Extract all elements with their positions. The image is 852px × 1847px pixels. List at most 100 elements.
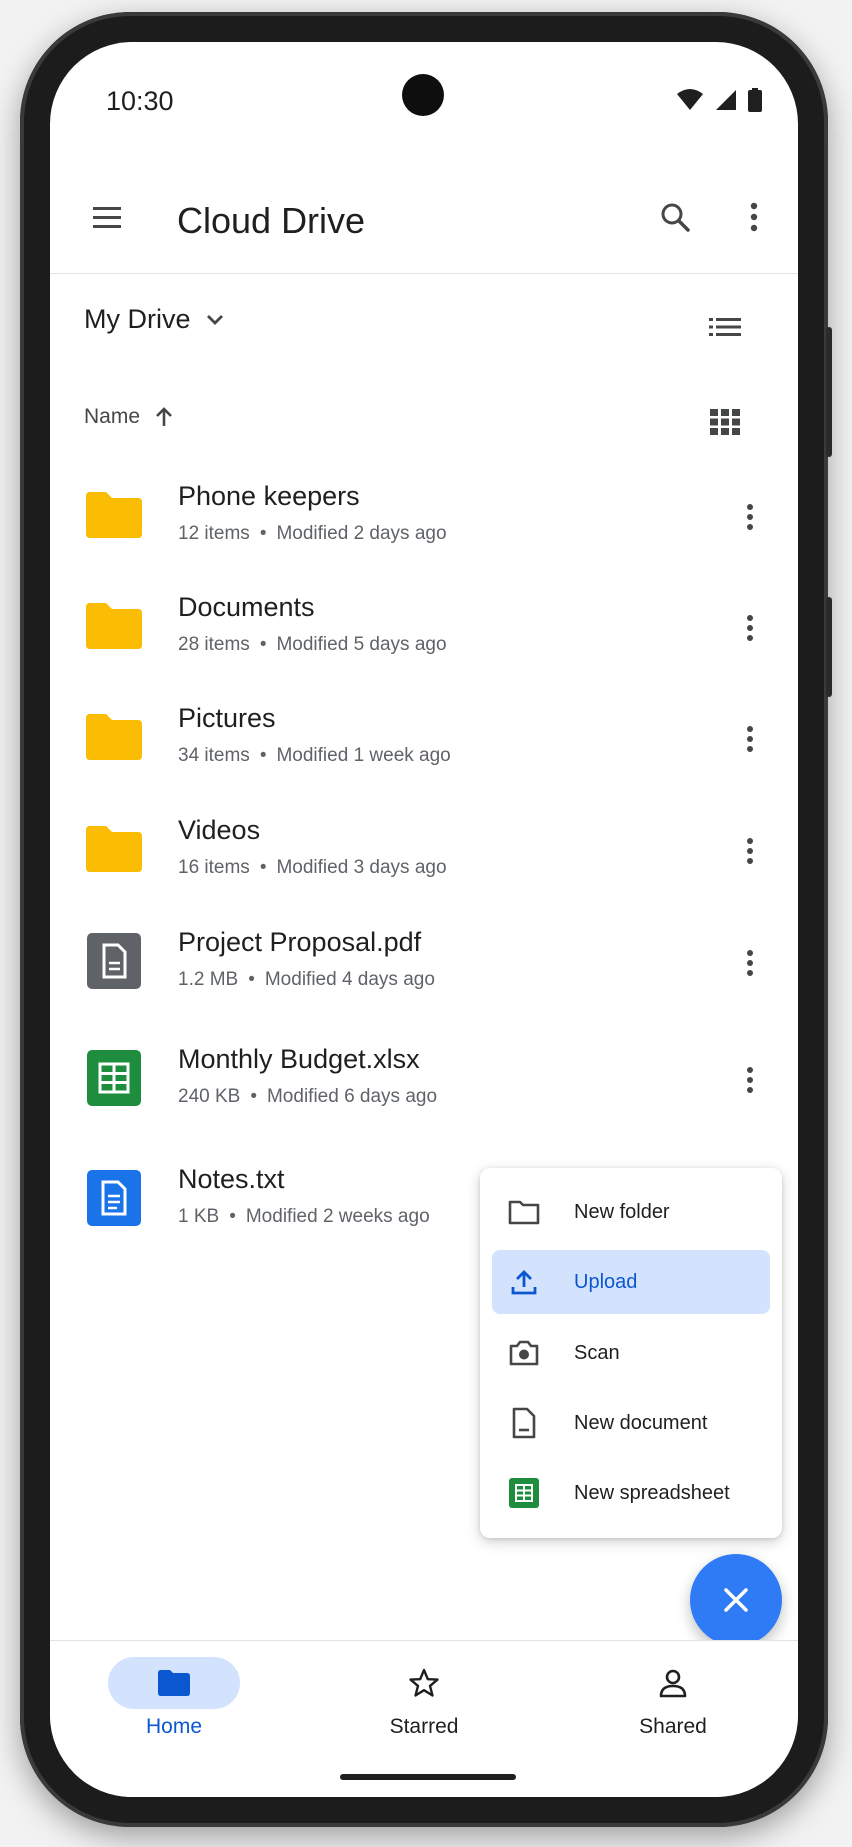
app-title: Cloud Drive — [177, 200, 366, 241]
file-modified: Modified 5 days ago — [276, 634, 447, 655]
file-size: 1 KB — [178, 1206, 220, 1227]
document-icon — [508, 1407, 540, 1439]
nav-item-starred[interactable]: Starred — [316, 1657, 516, 1747]
file-modified: Modified 2 days ago — [276, 523, 447, 544]
drive-label: My Drive — [84, 304, 191, 334]
nav-indicator — [108, 1657, 240, 1709]
more-vert-icon[interactable] — [730, 603, 770, 653]
menu-item-new-document[interactable]: New document — [492, 1391, 770, 1455]
meta-separator: • — [248, 969, 255, 990]
menu-item-label: New folder — [574, 1200, 670, 1223]
file-row-monthly-budget[interactable]: Monthly Budget.xlsx 240 KB • Modified 6 da… — [50, 1030, 798, 1130]
signal-icon — [716, 90, 736, 110]
folder-icon — [86, 487, 142, 543]
nav-indicator — [358, 1657, 490, 1709]
file-modified: Modified 3 days ago — [276, 857, 447, 878]
file-row-project-proposal[interactable]: Project Proposal.pdf 1.2 MB • Modified 4 d… — [50, 913, 798, 1013]
nav-label: Home — [145, 1715, 203, 1738]
more-vert-icon[interactable] — [730, 938, 770, 988]
volume-button — [826, 327, 832, 457]
file-modified: Modified 4 days ago — [264, 969, 435, 990]
meta-separator: • — [259, 523, 267, 544]
meta-separator: • — [250, 1086, 257, 1107]
file-name: Phone keepers — [178, 481, 360, 511]
file-size: 240 KB — [178, 1086, 241, 1107]
power-button — [826, 597, 832, 697]
folder-icon — [158, 1670, 190, 1696]
file-row-pictures[interactable]: Pictures 34 items • Modified 1 week ago — [50, 689, 798, 789]
file-modified: Modified 2 weeks ago — [245, 1206, 430, 1227]
file-row-videos[interactable]: Videos 16 items • Modified 3 days ago — [50, 801, 798, 901]
star-icon — [409, 1668, 439, 1697]
menu-item-new-spreadsheet[interactable]: New spreadsheet — [492, 1461, 770, 1525]
nav-label: Shared — [639, 1715, 707, 1738]
chevron-down-icon — [206, 314, 223, 325]
file-meta: 1.2 MB • Modified 4 days ago — [178, 969, 435, 991]
menu-item-upload[interactable]: Upload — [492, 1250, 770, 1314]
more-vert-icon[interactable] — [730, 492, 770, 542]
drive-selector-row: My Drive — [50, 274, 798, 384]
grid-view-icon[interactable] — [700, 399, 750, 445]
file-size: 12 items — [178, 523, 250, 544]
sort-label: Name — [84, 405, 141, 428]
meta-separator: • — [259, 634, 267, 655]
menu-item-label: New spreadsheet — [574, 1481, 730, 1504]
arrow-up-icon — [156, 407, 172, 426]
nav-indicator — [607, 1657, 739, 1709]
file-size: 1.2 MB — [178, 969, 239, 990]
file-modified: Modified 6 days ago — [266, 1086, 438, 1107]
sort-by-name-button[interactable]: Name — [84, 405, 174, 429]
more-vert-icon[interactable] — [734, 192, 774, 242]
nav-item-home[interactable]: Home — [66, 1657, 266, 1747]
file-name: Pictures — [178, 703, 276, 733]
file-row-phone-keepers[interactable]: Phone keepers 12 items • Modified 2 days a… — [50, 467, 798, 567]
file-name: Project Proposal.pdf — [178, 927, 422, 957]
person-icon — [659, 1669, 687, 1698]
file-meta: 28 items • Modified 5 days ago — [178, 634, 447, 656]
status-time: 10:30 — [106, 86, 174, 116]
text-file-icon — [86, 1170, 142, 1226]
file-meta: 1 KB • Modified 2 weeks ago — [178, 1206, 430, 1228]
file-size: 28 items — [178, 634, 250, 655]
spreadsheet-icon — [508, 1477, 540, 1509]
drive-selector[interactable]: My Drive — [84, 304, 225, 335]
battery-icon — [748, 88, 762, 112]
status-icons — [676, 88, 762, 112]
upload-icon — [508, 1266, 540, 1298]
new-item-menu: New folder Upload Scan New document New … — [480, 1168, 782, 1538]
folder-outline-icon — [508, 1196, 540, 1228]
more-vert-icon[interactable] — [730, 714, 770, 764]
close-fab-button[interactable] — [690, 1554, 782, 1646]
file-name: Documents — [178, 592, 315, 622]
meta-separator: • — [259, 857, 267, 878]
folder-icon — [86, 709, 142, 765]
menu-item-new-folder[interactable]: New folder — [492, 1180, 770, 1244]
front-camera — [402, 74, 444, 116]
camera-icon — [508, 1337, 540, 1369]
menu-item-scan[interactable]: Scan — [492, 1321, 770, 1385]
file-meta: 240 KB • Modified 6 days ago — [178, 1086, 437, 1108]
file-meta: 16 items • Modified 3 days ago — [178, 857, 447, 879]
file-modified: Modified 1 week ago — [276, 745, 451, 766]
nav-item-shared[interactable]: Shared — [565, 1657, 765, 1747]
file-name: Notes.txt — [178, 1164, 285, 1194]
nav-label: Starred — [389, 1715, 459, 1738]
more-vert-icon[interactable] — [730, 826, 770, 876]
screen: 10:30 Cloud Drive My Drive Name Phone ke… — [50, 42, 798, 1797]
pdf-file-icon — [86, 933, 142, 989]
meta-separator: • — [259, 745, 267, 766]
wifi-icon — [677, 89, 703, 110]
more-vert-icon[interactable] — [730, 1055, 770, 1105]
list-view-icon[interactable] — [700, 302, 750, 352]
home-indicator[interactable] — [340, 1774, 516, 1780]
search-icon[interactable] — [650, 192, 700, 242]
file-meta: 12 items • Modified 2 days ago — [178, 523, 447, 545]
spreadsheet-file-icon — [86, 1050, 142, 1106]
file-size: 34 items — [178, 745, 250, 766]
folder-icon — [86, 598, 142, 654]
file-row-documents[interactable]: Documents 28 items • Modified 5 days ago — [50, 578, 798, 678]
file-size: 16 items — [178, 857, 250, 878]
hamburger-menu-icon[interactable] — [82, 192, 132, 242]
menu-item-label: Upload — [574, 1270, 638, 1293]
phone-frame: 10:30 Cloud Drive My Drive Name Phone ke… — [20, 12, 832, 1827]
